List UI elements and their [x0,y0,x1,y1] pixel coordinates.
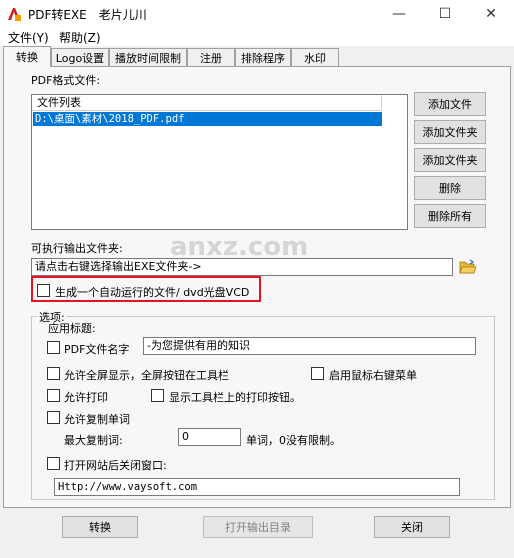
close-after-open-site-label: 打开网站后关闭窗口: [64,459,167,472]
highlight-box [31,276,261,302]
right-click-menu-checkbox[interactable] [311,367,324,380]
allow-print-label: 允许打印 [64,391,108,404]
maximize-icon: ☐ [438,6,452,22]
show-print-button-label: 显示工具栏上的打印按钮。 [169,391,301,404]
tab-convert[interactable]: 转换 [3,46,51,67]
file-list[interactable]: 文件列表 D:\桌面\素材\2018_PDF.pdf [31,94,408,230]
show-print-button-checkbox[interactable] [151,389,164,402]
open-output-folder-button[interactable]: 打开输出目录 [203,516,313,538]
allow-copy-label: 允许复制单词 [64,413,130,426]
tab-exclude-programs[interactable]: 排除程序 [235,48,291,66]
app-logo-icon [6,6,22,22]
add-folder-button[interactable]: 添加文件夹 [414,120,486,144]
allow-copy-checkbox[interactable] [47,411,60,424]
menu-help[interactable]: 帮助(Z) [59,29,101,46]
title-bar: PDF转EXE 老片儿川 — ☐ ✕ [0,0,514,28]
delete-button[interactable]: 删除 [414,176,486,200]
menu-file[interactable]: 文件(Y) [8,29,49,46]
delete-all-button[interactable]: 删除所有 [414,204,486,228]
add-folder-button-2[interactable]: 添加文件夹 [414,148,486,172]
maximize-button[interactable]: ☐ [422,0,468,28]
site-url-input[interactable]: Http://www.vaysoft.com [54,478,460,496]
tab-play-time-limit[interactable]: 播放时间限制 [109,48,187,66]
close-after-open-site-checkbox[interactable] [47,457,60,470]
file-list-item[interactable]: D:\桌面\素材\2018_PDF.pdf [33,112,382,126]
file-list-header[interactable]: 文件列表 [32,95,382,111]
close-button[interactable]: 关闭 [374,516,450,538]
close-window-button[interactable]: ✕ [468,0,514,28]
tab-watermark[interactable]: 水印 [291,48,339,66]
minimize-icon: — [392,6,406,22]
pdf-name-checkbox[interactable] [47,341,60,354]
fullscreen-label: 允许全屏显示，全屏按钮在工具栏 [64,369,229,382]
pdf-name-input[interactable]: -为您提供有用的知识 [143,337,476,355]
tab-logo-settings[interactable]: Logo设置 [51,48,109,66]
max-copy-label: 最大复制词: [64,434,123,447]
tab-register[interactable]: 注册 [187,48,235,66]
output-folder-label: 可执行输出文件夹: [31,242,123,255]
minimize-button[interactable]: — [376,0,422,28]
close-icon: ✕ [485,6,497,22]
folder-open-icon[interactable] [459,259,477,275]
max-copy-input[interactable]: 0 [178,428,241,446]
convert-button[interactable]: 转换 [62,516,138,538]
right-click-menu-label: 启用鼠标右键菜单 [329,369,417,382]
window-title: PDF转EXE 老片儿川 [28,8,147,22]
max-copy-suffix: 单词，0没有限制。 [246,434,341,447]
fullscreen-checkbox[interactable] [47,367,60,380]
pdf-files-label: PDF格式文件: [31,74,101,87]
allow-print-checkbox[interactable] [47,389,60,402]
add-file-button[interactable]: 添加文件 [414,92,486,116]
pdf-name-label: PDF文件名字 [64,343,130,356]
menu-bar: 文件(Y) 帮助(Z) [0,28,514,46]
app-title-label: 应用标题: [48,322,96,335]
